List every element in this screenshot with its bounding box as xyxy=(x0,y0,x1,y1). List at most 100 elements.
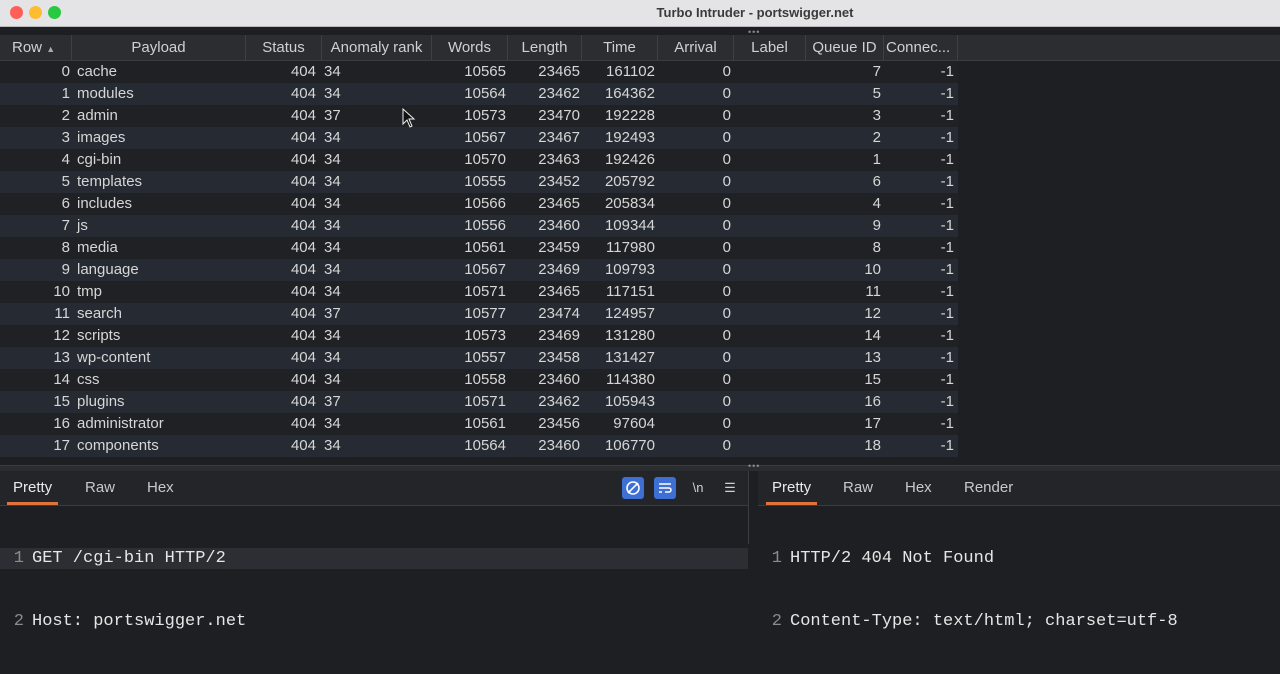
cell-time: 161102 xyxy=(606,63,655,80)
cell-row: 12 xyxy=(53,327,70,344)
cell-arrival: 0 xyxy=(722,151,731,168)
cell-payload: css xyxy=(77,371,100,388)
cell-queue-id: 14 xyxy=(864,327,881,344)
tab-hex[interactable]: Hex xyxy=(905,479,932,496)
table-row[interactable]: 2 admin 404 37 10573 23470 192228 0 3 -1 xyxy=(0,105,958,127)
response-tabs: Pretty Raw Hex Render xyxy=(758,471,1280,506)
cell-time: 117151 xyxy=(606,283,655,300)
table-row[interactable]: 5 templates 404 34 10555 23452 205792 0 6 -1 xyxy=(0,171,958,193)
cell-arrival: 0 xyxy=(722,305,731,322)
cell-payload: search xyxy=(77,305,123,322)
cell-words: 10571 xyxy=(464,283,506,300)
cell-row: 0 xyxy=(61,63,70,80)
request-body[interactable]: 1 GET /cgi-bin HTTP/2 2 Host: portswigger.… xyxy=(0,506,748,674)
cell-row: 16 xyxy=(53,415,70,432)
cell-connection: -1 xyxy=(940,349,954,366)
request-pane: Pretty Raw Hex \n ☰ 1 GET /cgi-bin HTTP/2… xyxy=(0,471,749,631)
cell-anomaly-rank: 34 xyxy=(324,437,341,454)
cell-label xyxy=(736,61,806,83)
cell-anomaly-rank: 34 xyxy=(324,217,341,234)
table-row[interactable]: 4 cgi-bin 404 34 10570 23463 192426 0 1 -1 xyxy=(0,149,958,171)
tab-raw[interactable]: Raw xyxy=(843,479,873,496)
tab-raw[interactable]: Raw xyxy=(85,479,115,496)
cell-connection: -1 xyxy=(940,283,954,300)
splitter-grip-icon[interactable]: ••• xyxy=(748,461,760,471)
table-row[interactable]: 13 wp-content 404 34 10557 23458 131427 0 13 -1 xyxy=(0,347,958,369)
table-row[interactable]: 16 administrator 404 34 10561 23456 97604 0 17 -1 xyxy=(0,413,958,435)
response-pane: Pretty Raw Hex Render 1 HTTP/2 404 Not Fo… xyxy=(758,471,1280,631)
table-row[interactable]: 1 modules 404 34 10564 23462 164362 0 5 -1 xyxy=(0,83,958,105)
table-row[interactable]: 3 images 404 34 10567 23467 192493 0 2 -1 xyxy=(0,127,958,149)
col-header-time[interactable]: Time xyxy=(582,35,658,60)
tab-pretty[interactable]: Pretty xyxy=(6,479,59,505)
col-header-anomaly-rank[interactable]: Anomaly rank xyxy=(322,35,432,60)
code-line: 2 Content-Type: text/html; charset=utf-8 xyxy=(771,612,1178,631)
cell-queue-id: 11 xyxy=(865,283,881,300)
table-row[interactable]: 0 cache 404 34 10565 23465 161102 0 7 -1 xyxy=(0,61,958,83)
col-header-row[interactable]: Row ▲ xyxy=(0,35,72,60)
cell-length: 23460 xyxy=(538,437,580,454)
cell-label xyxy=(736,347,806,369)
tab-pretty[interactable]: Pretty xyxy=(765,479,818,505)
table-row[interactable]: 15 plugins 404 37 10571 23462 105943 0 16 -1 xyxy=(0,391,958,413)
table-row[interactable]: 8 media 404 34 10561 23459 117980 0 8 -1 xyxy=(0,237,958,259)
col-header-payload[interactable]: Payload xyxy=(72,35,246,60)
cell-status: 404 xyxy=(290,327,316,344)
menu-icon[interactable]: ☰ xyxy=(719,477,741,499)
tab-render[interactable]: Render xyxy=(964,479,1013,496)
cell-time: 109793 xyxy=(604,261,655,278)
cell-status: 404 xyxy=(290,349,316,366)
cell-label xyxy=(736,413,806,435)
cell-arrival: 0 xyxy=(722,261,731,278)
cell-queue-id: 3 xyxy=(872,107,881,124)
col-header-queue-id[interactable]: Queue ID xyxy=(806,35,884,60)
word-wrap-icon[interactable] xyxy=(654,477,676,499)
col-header-words[interactable]: Words xyxy=(432,35,508,60)
tab-hex[interactable]: Hex xyxy=(147,479,174,496)
cell-arrival: 0 xyxy=(722,63,731,80)
table-row[interactable]: 17 components 404 34 10564 23460 106770 0 18 -1 xyxy=(0,435,958,457)
table-row[interactable]: 12 scripts 404 34 10573 23469 131280 0 14 -1 xyxy=(0,325,958,347)
table-row[interactable]: 11 search 404 37 10577 23474 124957 0 12 -1 xyxy=(0,303,958,325)
cell-row: 10 xyxy=(53,283,70,300)
cell-payload: cache xyxy=(77,63,118,80)
cell-status: 404 xyxy=(290,195,316,212)
col-header-length[interactable]: Length xyxy=(508,35,582,60)
table-row[interactable]: 14 css 404 34 10558 23460 114380 0 15 -1 xyxy=(0,369,958,391)
response-body[interactable]: 1 HTTP/2 404 Not Found 2 Content-Type: tex… xyxy=(758,506,1280,674)
cell-row: 7 xyxy=(61,217,70,234)
cell-length: 23470 xyxy=(538,107,580,124)
table-row[interactable]: 9 language 404 34 10567 23469 109793 0 10 -1 xyxy=(0,259,958,281)
cell-payload: admin xyxy=(77,107,118,124)
cell-words: 10567 xyxy=(464,261,506,278)
table-row[interactable]: 7 js 404 34 10556 23460 109344 0 9 -1 xyxy=(0,215,958,237)
cell-anomaly-rank: 34 xyxy=(324,283,341,300)
cell-anomaly-rank: 34 xyxy=(324,173,341,190)
cell-time: 106770 xyxy=(604,437,655,454)
cell-words: 10555 xyxy=(464,173,506,190)
col-header-connection[interactable]: Connec... xyxy=(884,35,958,60)
cell-words: 10577 xyxy=(464,305,506,322)
cell-connection: -1 xyxy=(940,239,954,256)
cell-payload: language xyxy=(77,261,139,278)
table-row[interactable]: 10 tmp 404 34 10571 23465 117151 0 11 -1 xyxy=(0,281,958,303)
col-header-arrival[interactable]: Arrival xyxy=(658,35,734,60)
hide-nonprintable-icon[interactable] xyxy=(622,477,644,499)
cell-status: 404 xyxy=(290,173,316,190)
cell-time: 192493 xyxy=(604,129,655,146)
cell-arrival: 0 xyxy=(722,129,731,146)
cell-row: 6 xyxy=(61,195,70,212)
cell-arrival: 0 xyxy=(722,217,731,234)
col-header-label[interactable]: Label xyxy=(734,35,806,60)
table-row[interactable]: 6 includes 404 34 10566 23465 205834 0 4 -1 xyxy=(0,193,958,215)
code-line: 1 GET /cgi-bin HTTP/2 xyxy=(0,548,748,569)
cell-arrival: 0 xyxy=(722,415,731,432)
col-header-status[interactable]: Status xyxy=(246,35,322,60)
show-newlines-button[interactable]: \n xyxy=(687,477,709,499)
cell-queue-id: 18 xyxy=(864,437,881,454)
cell-label xyxy=(736,435,806,457)
cell-status: 404 xyxy=(290,415,316,432)
cell-connection: -1 xyxy=(940,415,954,432)
cell-arrival: 0 xyxy=(722,195,731,212)
cell-status: 404 xyxy=(290,393,316,410)
